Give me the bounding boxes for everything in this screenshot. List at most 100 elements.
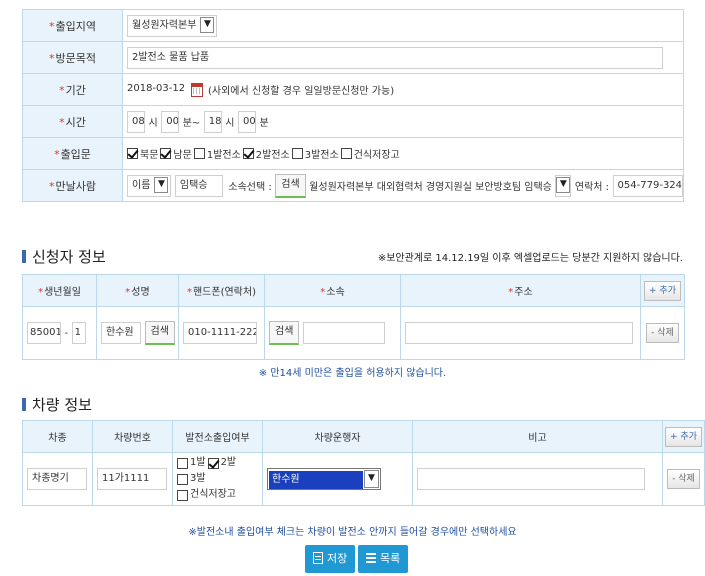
gender-input[interactable]: 1 [71, 322, 86, 344]
period-note: (사외에서 신청할 경우 일일방문신청만 가능) [208, 86, 395, 97]
gate-option-label: 2발전소 [255, 150, 290, 161]
row-contact: *만날사람 이름 ▼ 임택승 소속선택 : 검색 월성원자력본부 대외협력처 경영… [22, 169, 684, 202]
gate-option-label: 북문 [140, 150, 159, 161]
vehicle-section-title: 차량 정보 [22, 394, 92, 415]
delete-vehicle-button[interactable]: - 삭제 [667, 469, 700, 489]
col-plant-access: 발전소출입여부 [172, 420, 263, 453]
row-purpose: *방문목적 2발전소 물품 납품 [22, 41, 684, 74]
col-birth: *생년월일 [22, 274, 97, 307]
start-hour-input[interactable]: 08 [127, 110, 145, 133]
age-note: ※ 만14세 미만은 출입을 허용하지 않습니다. [258, 368, 447, 379]
section-bar-icon [22, 250, 26, 263]
vehicle-header-row: 차종 차량번호 발전소출입여부 차량운행자 비고 + 추가 [22, 420, 705, 453]
gate-option-label: 건식저장고 [353, 150, 400, 161]
row-gate: *출입문 북문 남문 1발전소 2발전소 3발전소 건식저장고 [22, 137, 684, 170]
chevron-down-icon: ▼ [154, 176, 169, 193]
save-icon [313, 552, 323, 564]
dept-select[interactable]: ▼ [555, 174, 572, 197]
gate-checkbox[interactable] [340, 148, 352, 159]
remarks-input[interactable] [417, 468, 645, 490]
row-time: *시간 08 시 00 분~ 18 시 00 분 [22, 105, 684, 138]
gate-option[interactable]: 건식저장고 [340, 146, 400, 161]
applicant-section-title: 신청자 정보 [22, 246, 106, 267]
dept-search-button[interactable]: 검색 [275, 173, 306, 198]
section-bar-icon [22, 398, 26, 411]
purpose-label: *방문목적 [22, 41, 123, 74]
contact-label: *만날사람 [22, 169, 123, 202]
plant-checkbox[interactable] [177, 489, 188, 501]
gate-option-label: 남문 [173, 150, 192, 161]
gate-option[interactable]: 3발전소 [291, 146, 339, 161]
period-label: *기간 [22, 73, 123, 106]
gate-label: *출입문 [22, 137, 123, 170]
list-button[interactable]: 목록 [358, 545, 409, 573]
gate-option[interactable]: 1발전소 [193, 146, 241, 161]
col-name: *성명 [96, 274, 179, 307]
birth-input[interactable]: 850012 [27, 322, 61, 344]
driver-select[interactable]: 한수원 ▼ [267, 468, 381, 490]
table-row: 850012 - 1 한수원 검색 010-1111-2222 검색 - 삭제 [22, 306, 685, 360]
applicant-search-button[interactable]: 검색 [144, 321, 175, 345]
plant-access-options: 1발 2발 3발건식저장고 [172, 452, 263, 506]
address-input[interactable] [405, 322, 633, 344]
gate-option[interactable]: 남문 [160, 146, 192, 161]
vehicle-note: ※발전소내 출입여부 체크는 차량이 발전소 안까지 들어갈 경우에만 선택하세… [188, 527, 517, 538]
plant-checkbox[interactable] [177, 473, 188, 485]
gate-checkbox[interactable] [242, 148, 254, 159]
add-applicant-button[interactable]: + 추가 [644, 280, 681, 301]
start-minute-input[interactable]: 00 [161, 110, 180, 133]
visit-info-form: *출입지역 월성원자력본부 ▼ *방문목적 2발전소 물품 납품 *기간 2018… [22, 9, 684, 202]
plant-option-label: 2발 [220, 457, 237, 468]
plant-option-label: 건식저장고 [190, 489, 236, 500]
calendar-icon[interactable] [190, 82, 203, 97]
col-org: *소속 [264, 274, 401, 307]
list-icon [366, 553, 376, 563]
plate-input[interactable]: 11가1111 [97, 468, 167, 490]
row-region: *출입지역 월성원자력본부 ▼ [22, 9, 684, 42]
applicant-name-input[interactable]: 한수원 [101, 322, 141, 344]
vehicle-type-input[interactable]: 차종명기 [27, 468, 87, 490]
end-minute-input[interactable]: 00 [238, 110, 256, 133]
vehicle-table: 차종 차량번호 발전소출입여부 차량운행자 비고 + 추가 차종명기 11가11… [22, 420, 705, 506]
end-hour-input[interactable]: 18 [203, 110, 222, 133]
delete-applicant-button[interactable]: - 삭제 [646, 323, 679, 343]
chevron-down-icon: ▼ [200, 16, 215, 33]
col-plate: 차량번호 [92, 420, 173, 453]
applicant-phone-input[interactable]: 010-1111-2222 [183, 322, 257, 344]
plant-option[interactable]: 2발 [207, 455, 237, 471]
phone-input[interactable]: 054-779-3241 [612, 174, 683, 197]
org-input[interactable] [302, 322, 385, 344]
add-vehicle-button[interactable]: + 추가 [665, 426, 702, 447]
region-select[interactable]: 월성원자력본부 ▼ [127, 14, 218, 37]
purpose-input[interactable]: 2발전소 물품 납품 [127, 46, 663, 69]
gate-checkbox[interactable] [291, 148, 303, 159]
gate-checkbox[interactable] [127, 148, 138, 159]
phone-label: 연락처 : [574, 182, 610, 193]
gate-checkbox[interactable] [160, 148, 172, 159]
gate-checkbox[interactable] [193, 148, 205, 159]
applicant-table: *생년월일 *성명 *핸드폰(연락처) *소속 *주소 + 추가 850012 … [22, 274, 685, 360]
gate-option[interactable]: 북문 [127, 146, 158, 161]
gate-option-label: 3발전소 [304, 150, 339, 161]
gate-option-label: 1발전소 [206, 150, 241, 161]
plant-option[interactable]: 건식저장고 [177, 487, 236, 503]
plant-option[interactable]: 1발 [177, 455, 206, 471]
plant-option-label: 1발 [190, 457, 206, 468]
chevron-down-icon: ▼ [364, 470, 379, 488]
contact-type-select[interactable]: 이름 ▼ [127, 174, 172, 197]
org-search-button[interactable]: 검색 [269, 321, 300, 345]
table-row: 차종명기 11가1111 1발 2발 3발건식저장고 한수원 ▼ - 삭제 [22, 452, 705, 506]
dept-label: 소속선택 : [228, 182, 272, 193]
excel-upload-notice: ※보안관계로 14.12.19일 이후 엑셀업로드는 당분간 지원하지 않습니다… [377, 253, 683, 264]
save-button[interactable]: 저장 [305, 545, 356, 573]
chevron-down-icon: ▼ [556, 176, 571, 193]
gate-option[interactable]: 2발전소 [242, 146, 290, 161]
period-date-input[interactable]: 2018-03-12 [127, 78, 185, 101]
gate-options: 북문 남문 1발전소 2발전소 3발전소 건식저장고 [122, 137, 684, 170]
contact-name-input[interactable]: 임택승 [174, 174, 223, 197]
plant-checkbox[interactable] [177, 457, 188, 469]
plant-checkbox[interactable] [207, 457, 219, 469]
col-vehicle-type: 차종 [22, 420, 93, 453]
plant-option[interactable]: 3발 [177, 471, 206, 487]
col-driver: 차량운행자 [262, 420, 413, 453]
